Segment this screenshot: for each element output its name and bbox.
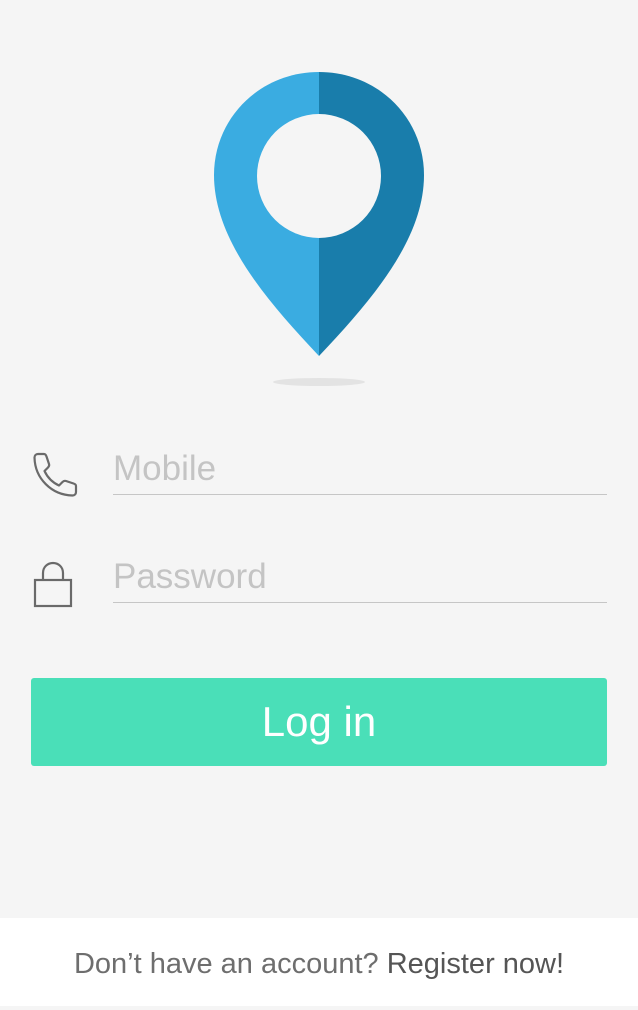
login-screen: Log in — [0, 0, 638, 918]
mobile-input[interactable] — [113, 444, 607, 495]
mobile-field-row — [0, 440, 638, 520]
register-prompt: Don’t have an account? — [73, 948, 379, 980]
register-footer: Don’t have an account? Register now! — [0, 918, 638, 1006]
register-link[interactable]: Register now! — [387, 948, 564, 980]
login-button[interactable]: Log in — [31, 678, 607, 766]
phone-icon — [33, 452, 78, 497]
pin-hole — [257, 114, 381, 238]
lock-icon — [33, 561, 73, 608]
location-pin-icon — [214, 72, 424, 386]
password-field-row — [0, 548, 638, 628]
pin-shadow — [273, 378, 365, 386]
password-input[interactable] — [113, 552, 607, 603]
